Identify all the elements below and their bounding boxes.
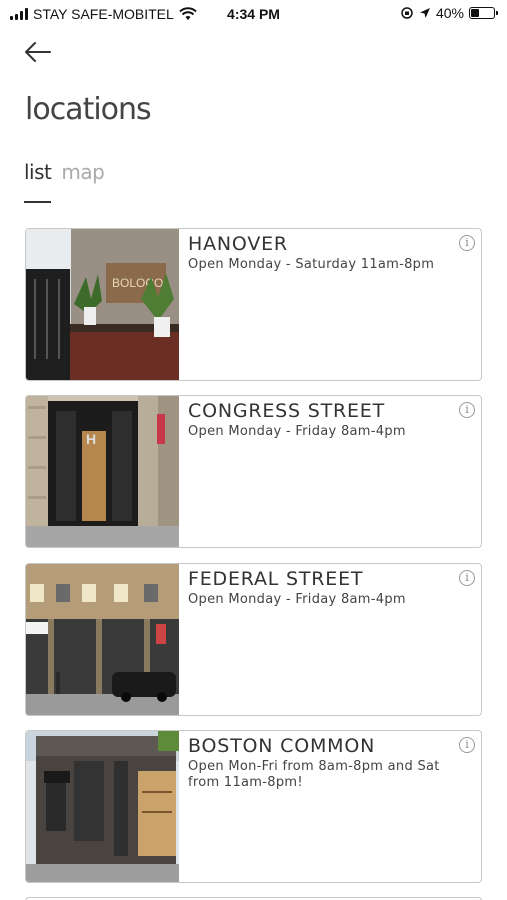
- location-photo: [26, 564, 179, 715]
- location-hours: Open Mon-Fri from 8am-8pm and Sat from 1…: [188, 759, 440, 790]
- location-name: FEDERAL STREET: [188, 568, 364, 590]
- info-icon[interactable]: i: [459, 570, 475, 586]
- info-icon[interactable]: i: [459, 235, 475, 251]
- location-photo: H: [26, 396, 179, 547]
- location-card-hanover[interactable]: BOLOCO HANOVER Open Monday - Saturday 11…: [25, 228, 482, 381]
- info-icon[interactable]: i: [459, 737, 475, 753]
- location-hours: Open Monday - Friday 8am-4pm: [188, 424, 406, 439]
- location-photo: [26, 731, 179, 882]
- svg-text:H: H: [86, 431, 96, 447]
- info-icon[interactable]: i: [459, 402, 475, 418]
- orientation-lock-icon: [401, 7, 413, 19]
- status-bar: STAY SAFE-MOBITEL 4:34 PM 40%: [0, 0, 507, 28]
- svg-text:BOLOCO: BOLOCO: [112, 276, 163, 290]
- location-card-federal-street[interactable]: FEDERAL STREET Open Monday - Friday 8am-…: [25, 563, 482, 716]
- view-tabs: list map: [24, 160, 105, 184]
- location-name: BOSTON COMMON: [188, 735, 376, 757]
- status-right: 40%: [400, 5, 498, 21]
- location-photo: BOLOCO: [26, 229, 179, 380]
- location-hours: Open Monday - Saturday 11am-8pm: [188, 257, 435, 272]
- battery-percent: 40%: [435, 5, 464, 21]
- tab-list[interactable]: list: [24, 160, 52, 184]
- page-title: locations: [25, 92, 152, 127]
- location-card-congress-street[interactable]: H CONGRESS STREET Open Monday - Friday 8…: [25, 395, 482, 548]
- location-arrow-icon: [419, 8, 430, 18]
- active-tab-indicator: [24, 201, 51, 203]
- battery-icon: [469, 7, 498, 19]
- arrow-left-icon[interactable]: [24, 40, 52, 64]
- location-name: CONGRESS STREET: [188, 400, 386, 422]
- location-card-boston-common[interactable]: BOSTON COMMON Open Mon-Fri from 8am-8pm …: [25, 730, 482, 883]
- battery-fill: [471, 9, 480, 17]
- location-hours: Open Monday - Friday 8am-4pm: [188, 592, 406, 607]
- tab-map[interactable]: map: [61, 160, 104, 184]
- location-name: HANOVER: [188, 233, 288, 255]
